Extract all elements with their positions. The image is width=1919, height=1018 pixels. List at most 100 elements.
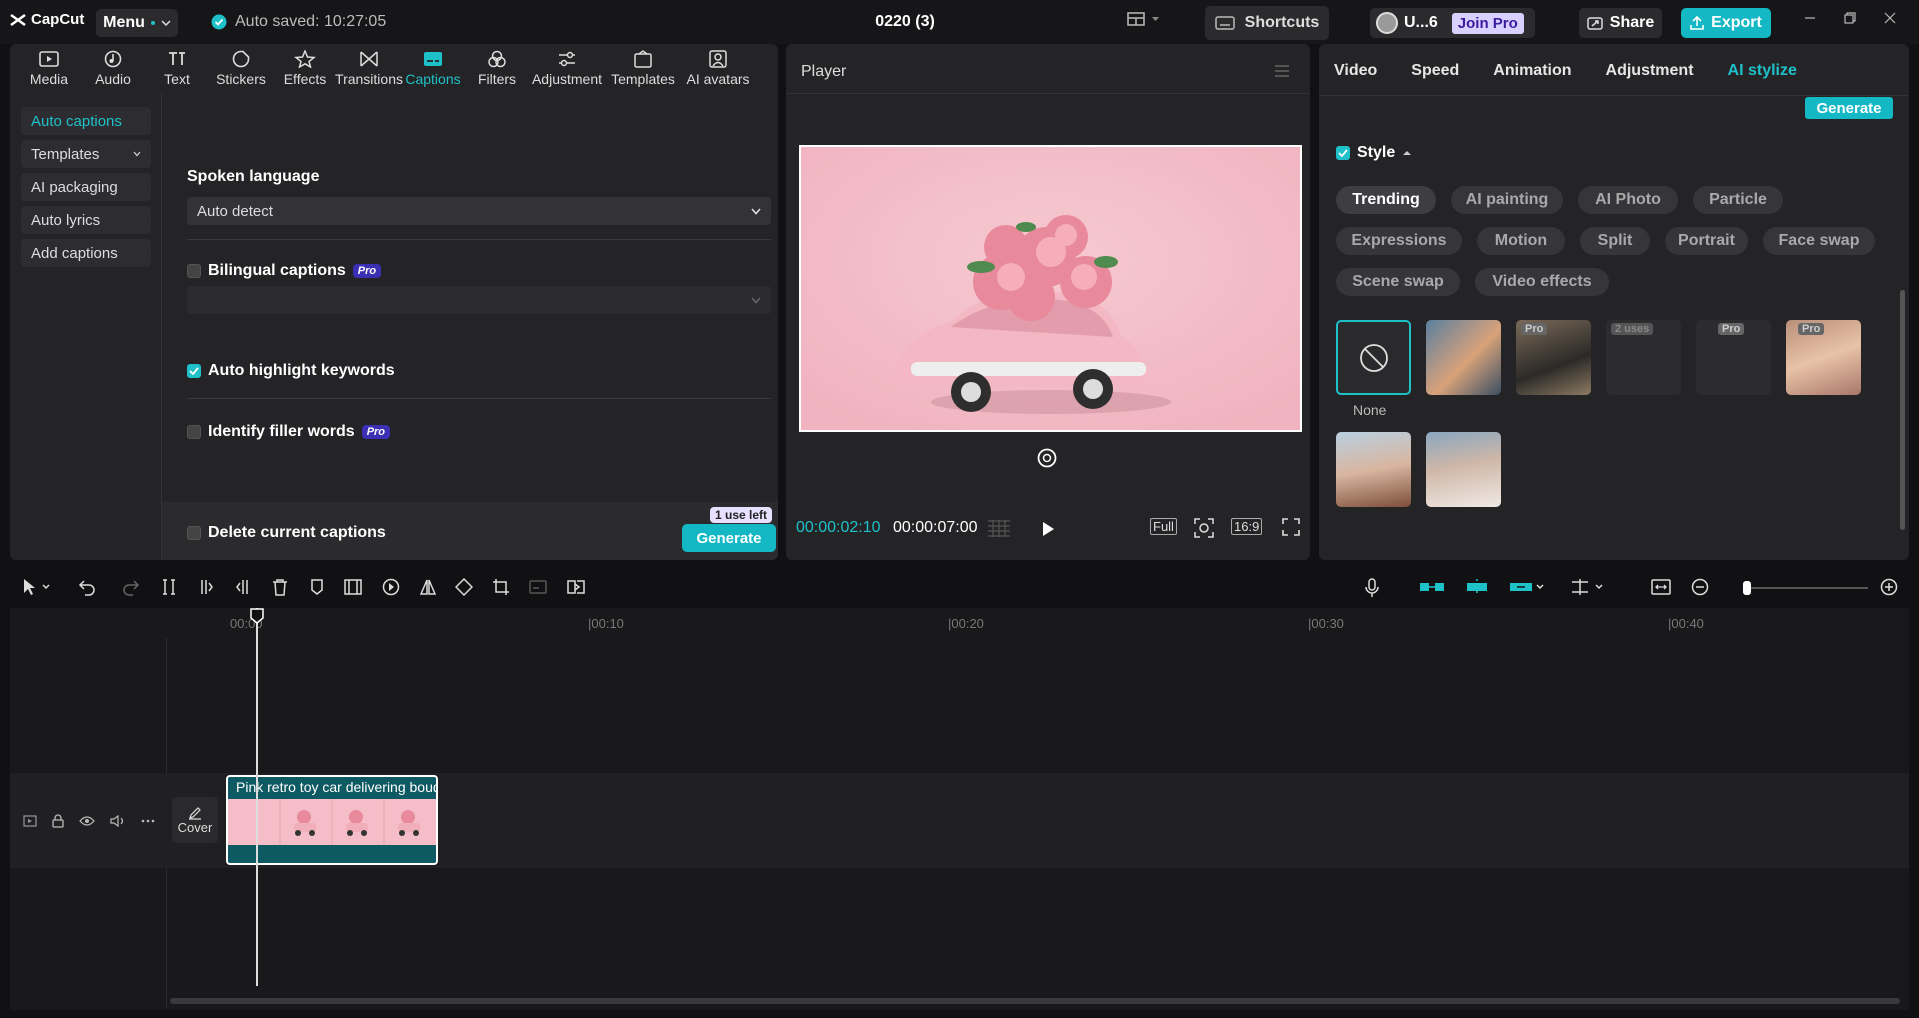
tool-ai-avatars[interactable]: AI avatars	[681, 44, 755, 94]
chip-motion[interactable]: Motion	[1477, 227, 1565, 255]
chip-scene-swap[interactable]: Scene swap	[1336, 268, 1460, 296]
redo-icon[interactable]	[122, 578, 140, 596]
timeline-grid-icon[interactable]	[986, 518, 1012, 538]
right-panel-scrollbar[interactable]	[1900, 290, 1905, 530]
tab-animation[interactable]: Animation	[1493, 44, 1571, 95]
style-thumb[interactable]: Pro	[1786, 320, 1861, 395]
time-ruler[interactable]: 00:00 |00:10 |00:20 |00:30 |00:40	[10, 608, 1909, 636]
lock-icon[interactable]	[52, 813, 64, 828]
delete-icon[interactable]	[271, 578, 289, 596]
shortcuts-button[interactable]: Shortcuts	[1205, 6, 1329, 40]
auto-highlight-option[interactable]: Auto highlight keywords	[187, 362, 395, 380]
zoom-fit-icon[interactable]	[1194, 518, 1214, 538]
chip-expressions[interactable]: Expressions	[1336, 227, 1462, 255]
style-checkbox[interactable]	[1336, 146, 1350, 160]
tool-text[interactable]: Text	[145, 44, 209, 94]
tool-transitions[interactable]: Transitions	[335, 44, 403, 94]
layout-switch[interactable]	[1127, 12, 1160, 26]
more-icon[interactable]	[141, 819, 155, 823]
chip-trending[interactable]: Trending	[1336, 186, 1436, 214]
split-icon[interactable]	[160, 578, 178, 596]
tool-adjustment[interactable]: Adjustment	[529, 44, 605, 94]
share-button[interactable]: Share	[1579, 8, 1662, 38]
project-title[interactable]: 0220 (3)	[830, 13, 980, 31]
style-none[interactable]	[1336, 320, 1411, 395]
generate-captions-button[interactable]: Generate	[682, 524, 776, 552]
tool-effects[interactable]: Effects	[273, 44, 337, 94]
chip-ai-painting[interactable]: AI painting	[1451, 186, 1563, 214]
volume-icon[interactable]	[110, 814, 126, 827]
join-pro-button[interactable]: Join Pro	[1451, 12, 1524, 34]
auto-snap-icon[interactable]	[1464, 578, 1490, 596]
rotate-icon[interactable]	[1037, 448, 1057, 468]
auto-highlight-checkbox[interactable]	[187, 364, 201, 378]
style-thumb[interactable]	[1426, 320, 1501, 395]
tool-stickers[interactable]: Stickers	[209, 44, 273, 94]
split-right-icon[interactable]	[234, 578, 252, 596]
tool-media[interactable]: Media	[17, 44, 81, 94]
spoken-language-select[interactable]: Auto detect	[187, 197, 771, 225]
full-quality-button[interactable]: Full	[1150, 518, 1177, 535]
tool-templates[interactable]: Templates	[605, 44, 681, 94]
preview-axis-icon[interactable]	[1570, 578, 1606, 596]
filler-words-checkbox[interactable]	[187, 425, 201, 439]
cover-button[interactable]: Cover	[172, 797, 218, 843]
playhead[interactable]	[256, 608, 258, 986]
style-thumb[interactable]: Pro	[1696, 320, 1771, 395]
zoom-in-icon[interactable]	[1880, 578, 1898, 596]
marker-icon[interactable]	[308, 578, 326, 596]
player-menu-icon[interactable]	[1274, 65, 1290, 77]
split-left-icon[interactable]	[197, 578, 215, 596]
chip-video-effects[interactable]: Video effects	[1475, 268, 1609, 296]
tool-filters[interactable]: Filters	[465, 44, 529, 94]
delete-captions-option[interactable]: Delete current captions	[187, 524, 386, 542]
export-button[interactable]: Export	[1681, 8, 1771, 38]
bilingual-captions-option[interactable]: Bilingual captions Pro	[187, 262, 382, 280]
sidenav-auto-lyrics[interactable]: Auto lyrics	[21, 206, 151, 234]
zoom-slider-track[interactable]	[1744, 587, 1868, 589]
ai-stylize-generate-button[interactable]: Generate	[1805, 97, 1893, 119]
timeline-scrollbar[interactable]	[170, 998, 1900, 1004]
timeline-fit-icon[interactable]	[1650, 578, 1672, 596]
main-track-magnet-icon[interactable]	[1419, 578, 1445, 596]
mirror-icon[interactable]	[419, 578, 437, 596]
chip-ai-photo[interactable]: AI Photo	[1578, 186, 1678, 214]
tool-audio[interactable]: Audio	[81, 44, 145, 94]
crop-icon[interactable]	[492, 578, 510, 596]
sidenav-auto-captions[interactable]: Auto captions	[21, 107, 151, 135]
style-thumb[interactable]: 2 uses	[1606, 320, 1681, 395]
style-toggle[interactable]: Style	[1336, 144, 1412, 162]
menu-button[interactable]: Menu	[96, 9, 178, 37]
tab-video[interactable]: Video	[1334, 44, 1377, 95]
reverse-icon[interactable]	[382, 578, 400, 596]
playhead-handle-icon[interactable]	[250, 608, 264, 624]
undo-icon[interactable]	[78, 578, 96, 596]
filler-words-option[interactable]: Identify filler words Pro	[187, 423, 391, 441]
aspect-ratio-button[interactable]: 16:9	[1231, 518, 1263, 535]
fullscreen-icon[interactable]	[1282, 518, 1300, 536]
chip-portrait[interactable]: Portrait	[1665, 227, 1748, 255]
eye-icon[interactable]	[79, 815, 95, 827]
tool-captions[interactable]: Captions	[401, 44, 465, 94]
tab-ai-stylize[interactable]: AI stylize	[1728, 44, 1797, 95]
style-thumb[interactable]	[1336, 432, 1411, 507]
freeze-icon[interactable]	[343, 578, 363, 596]
style-thumb[interactable]: Pro	[1516, 320, 1591, 395]
zoom-slider-handle[interactable]	[1743, 581, 1751, 595]
bilingual-checkbox[interactable]	[187, 264, 201, 278]
select-tool-icon[interactable]	[22, 578, 52, 596]
video-preview[interactable]	[799, 145, 1302, 432]
tab-adjustment[interactable]: Adjustment	[1606, 44, 1694, 95]
linkage-icon[interactable]	[1509, 578, 1545, 596]
delete-captions-checkbox[interactable]	[187, 526, 201, 540]
microphone-icon[interactable]	[1364, 578, 1380, 598]
rotate-clip-icon[interactable]	[455, 578, 473, 596]
chip-face-swap[interactable]: Face swap	[1763, 227, 1875, 255]
user-account[interactable]: U...6 Join Pro	[1370, 8, 1535, 38]
play-icon[interactable]	[1041, 521, 1055, 537]
tab-speed[interactable]: Speed	[1411, 44, 1459, 95]
sidenav-ai-packaging[interactable]: AI packaging	[21, 173, 151, 201]
style-thumb[interactable]	[1426, 432, 1501, 507]
sidenav-templates[interactable]: Templates	[21, 140, 151, 168]
sidenav-add-captions[interactable]: Add captions	[21, 239, 151, 267]
